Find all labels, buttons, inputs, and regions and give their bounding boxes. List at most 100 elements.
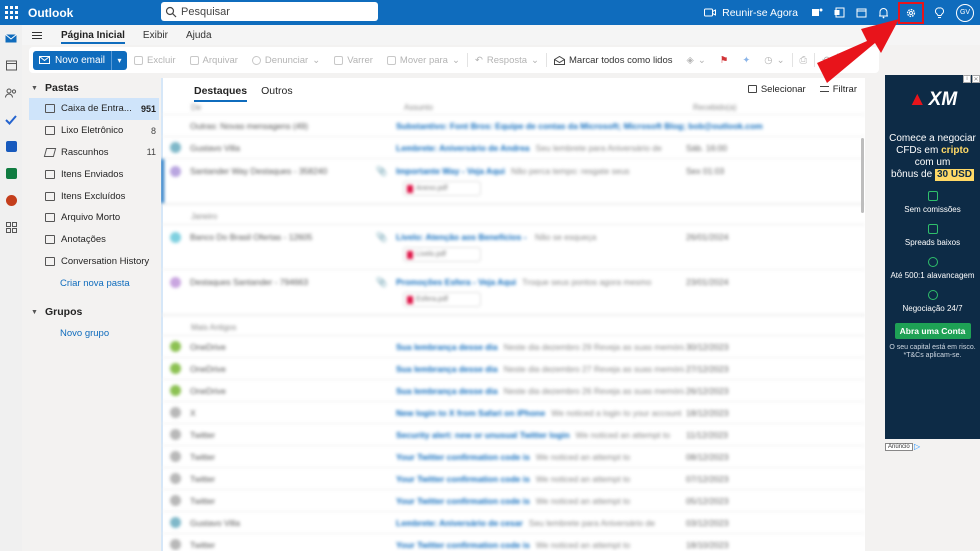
folder-drafts[interactable]: Rascunhos 11 <box>29 142 159 164</box>
sweep-button[interactable]: Varrer <box>327 47 380 73</box>
list-item[interactable]: OneDrive Sua lembrança desse dia Neste dia… <box>161 358 865 380</box>
mark-all-read-label: Marcar todos como lidos <box>569 54 673 66</box>
ad-logo: ▲ XM <box>907 89 958 110</box>
folder-inbox[interactable]: Caixa de Entra... 951 <box>29 98 159 120</box>
tab-home[interactable]: Página Inicial <box>52 25 134 45</box>
list-item[interactable]: Gustavo Villa Lembrete: Aniversário de ce… <box>161 512 865 534</box>
list-item[interactable]: Outras: Novas mensagens (49) Substantivo… <box>161 115 865 137</box>
tab-help[interactable]: Ajuda <box>177 25 221 45</box>
folders-section-header[interactable]: ▼ Pastas <box>29 78 159 98</box>
archive-icon <box>189 55 199 65</box>
folder-deleted[interactable]: Itens Excluídos <box>29 185 159 207</box>
ribbon-toolbar: Novo email ▾ Excluir Arquivar Denunciar ⌄… <box>29 47 879 73</box>
list-item[interactable]: Banco Do Brasil Ofertas - 12605 📎 Livelo:… <box>161 225 865 270</box>
print-button[interactable]: ⎙ <box>793 47 815 73</box>
flag-button[interactable]: ⚑ <box>713 47 736 73</box>
ad-info-icon[interactable]: i <box>963 75 971 83</box>
folder-archive[interactable]: Arquivo Morto <box>29 207 159 229</box>
new-mail-button[interactable]: Novo email <box>33 50 112 70</box>
groups-section-title: Grupos <box>45 306 83 319</box>
attachment-chip[interactable]: Livelo.pdf <box>403 247 481 262</box>
sender: Gustavo Villa <box>190 142 240 153</box>
word-app-icon[interactable] <box>0 133 22 160</box>
attachment-chip[interactable]: Esfera.pdf <box>403 292 481 307</box>
list-item[interactable]: Twitter Your Twitter confirmation code is… <box>161 534 865 551</box>
filter-button[interactable]: Filtrar <box>819 84 857 95</box>
new-group-link[interactable]: Novo grupo <box>29 322 159 344</box>
delete-button[interactable]: Excluir <box>127 47 183 73</box>
folder-notes[interactable]: Anotações <box>29 229 159 251</box>
tab-view[interactable]: Exibir <box>134 25 177 45</box>
groups-section-header[interactable]: ▼ Grupos <box>29 302 159 322</box>
create-folder-link[interactable]: Criar nova pasta <box>29 272 159 294</box>
search-box[interactable]: Pesquisar <box>161 2 378 21</box>
column-header: De Assunto Recebido(a) <box>161 103 865 115</box>
adchoices-icon[interactable]: ▷ <box>914 442 920 451</box>
mail-app-icon[interactable] <box>0 25 22 52</box>
list-item[interactable]: OneDrive Sua lembrança desse dia Neste dia… <box>161 380 865 402</box>
ad-close-icon[interactable]: ✕ <box>972 75 980 83</box>
sweep-label: Varrer <box>347 54 373 66</box>
snooze-button[interactable]: ◷ ⌄ <box>757 47 791 73</box>
move-to-button[interactable]: Mover para ⌄ <box>380 47 467 73</box>
tab-other[interactable]: Outros <box>261 85 293 97</box>
clock-icon: ◷ <box>764 54 773 66</box>
mark-all-read-button[interactable]: Marcar todos como lidos <box>547 47 679 73</box>
attachment-chip[interactable]: Anexo.pdf <box>403 181 481 196</box>
sender: Twitter <box>190 539 216 550</box>
trash-icon <box>134 55 144 65</box>
ad-banner[interactable]: i ✕ ▲ XM Comece a negociar CFDs em cripto … <box>885 75 980 439</box>
avatar[interactable]: GV <box>956 3 974 22</box>
column-from[interactable]: De <box>191 103 404 114</box>
scrollbar[interactable] <box>861 138 864 213</box>
app-rail <box>0 25 22 551</box>
todo-app-icon[interactable] <box>0 106 22 133</box>
folder-junk[interactable]: Lixo Eletrônico 8 <box>29 120 159 142</box>
calendar-app-icon[interactable] <box>0 52 22 79</box>
avatar <box>170 451 181 462</box>
archive-button[interactable]: Arquivar <box>183 47 245 73</box>
reply-icon: ↶ <box>474 54 483 66</box>
hamburger-menu-icon[interactable] <box>22 31 52 39</box>
excel-app-icon[interactable] <box>0 160 22 187</box>
people-app-icon[interactable] <box>0 79 22 106</box>
list-item[interactable]: OneDrive Sua lembrança desse dia Neste dia… <box>161 336 865 358</box>
list-item[interactable]: Destaques Santander - 794663 📎 Promoções … <box>161 270 865 315</box>
list-item[interactable]: Santander Way Destaques - 358240 📎 Import… <box>161 159 865 204</box>
ad-cta-button[interactable]: Abra uma Conta <box>894 323 971 339</box>
list-item[interactable]: Twitter Your Twitter confirmation code is… <box>161 490 865 512</box>
new-mail-dropdown-icon[interactable]: ▾ <box>111 50 128 70</box>
ad-risk-warning: O seu capital está em risco. *T&Cs aplic… <box>889 344 976 360</box>
app-title: Outlook <box>28 5 74 20</box>
subject: Livelo: Atenção aos Benefícios - Não se … <box>396 232 597 242</box>
list-item[interactable]: Twitter Your Twitter confirmation code is… <box>161 446 865 468</box>
select-button[interactable]: Selecionar <box>747 84 806 95</box>
tag-button[interactable]: ◈ ⌄ <box>680 47 713 73</box>
meet-now-button[interactable]: Reunir-se Agora <box>696 7 806 19</box>
tab-focused[interactable]: Destaques <box>194 85 248 102</box>
ad-headline: Comece a negociar CFDs em cripto com um … <box>889 133 976 181</box>
junk-icon <box>45 126 55 136</box>
list-item[interactable]: Twitter Your Twitter confirmation code is… <box>161 468 865 490</box>
pin-button[interactable]: ✦ <box>735 47 757 73</box>
app-launcher-icon[interactable] <box>0 0 22 25</box>
list-item[interactable]: Twitter Security alert: new or unusual Tw… <box>161 424 865 446</box>
avatar <box>170 363 181 374</box>
column-received[interactable]: Recebido(a) <box>693 103 737 114</box>
folder-sent[interactable]: Itens Enviados <box>29 163 159 185</box>
reply-button[interactable]: ↶ Resposta ⌄ <box>468 47 546 73</box>
avatar <box>170 142 181 153</box>
list-item[interactable]: X New login to X from Safari on iPhone We … <box>161 402 865 424</box>
folder-label: Lixo Eletrônico <box>61 125 124 137</box>
more-apps-icon[interactable] <box>0 214 22 241</box>
folder-conversation-history[interactable]: Conversation History <box>29 251 159 273</box>
lightbulb-icon[interactable] <box>928 0 950 25</box>
chart-icon <box>927 224 938 234</box>
filter-label: Filtrar <box>832 84 857 95</box>
powerpoint-app-icon[interactable] <box>0 187 22 214</box>
report-button[interactable]: Denunciar ⌄ <box>245 47 327 73</box>
list-item[interactable]: Gustavo Villa Lembrete: Aniversário de A… <box>161 137 865 159</box>
new-mail-label: Novo email <box>55 54 106 66</box>
select-label: Selecionar <box>760 84 806 95</box>
column-subject[interactable]: Assunto <box>404 103 693 114</box>
